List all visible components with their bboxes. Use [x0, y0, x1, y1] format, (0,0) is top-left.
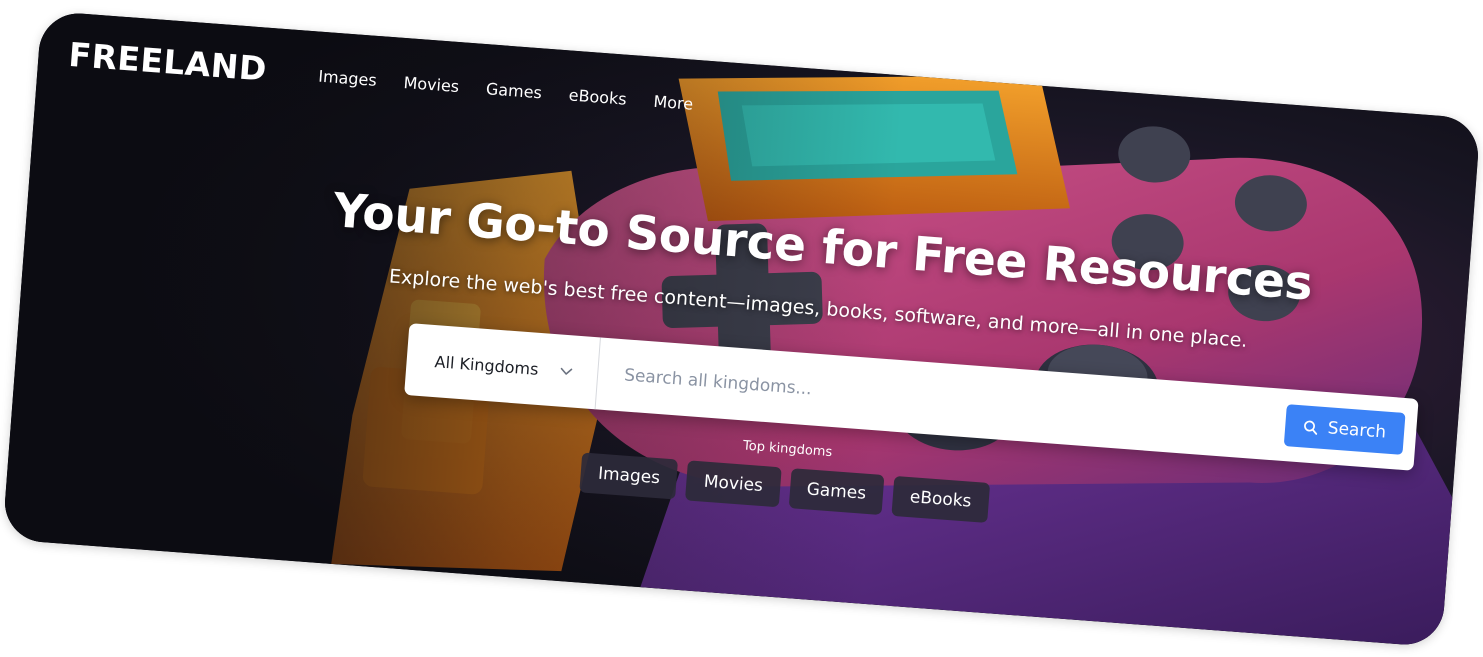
nav-link-ebooks[interactable]: eBooks [568, 85, 627, 108]
kingdom-select-value: All Kingdoms [434, 351, 540, 379]
nav-link-games[interactable]: Games [485, 79, 542, 102]
nav-link-images[interactable]: Images [318, 67, 378, 90]
chevron-down-icon [559, 363, 574, 378]
chip-games[interactable]: Games [788, 468, 885, 516]
nav-link-movies[interactable]: Movies [403, 73, 460, 96]
chip-movies[interactable]: Movies [685, 460, 782, 508]
kingdom-select[interactable]: All Kingdoms [404, 323, 601, 410]
hero-card: FREELAND Images Movies Games eBooks More… [2, 10, 1481, 648]
chip-images[interactable]: Images [579, 452, 679, 500]
hero-background-image [2, 10, 1481, 648]
search-button[interactable]: Search [1283, 404, 1406, 455]
chip-ebooks[interactable]: eBooks [891, 475, 990, 523]
search-button-label: Search [1327, 418, 1387, 443]
nav-link-more[interactable]: More [653, 92, 694, 114]
page: FREELAND Images Movies Games eBooks More… [0, 0, 1483, 657]
search-icon [1302, 419, 1318, 435]
